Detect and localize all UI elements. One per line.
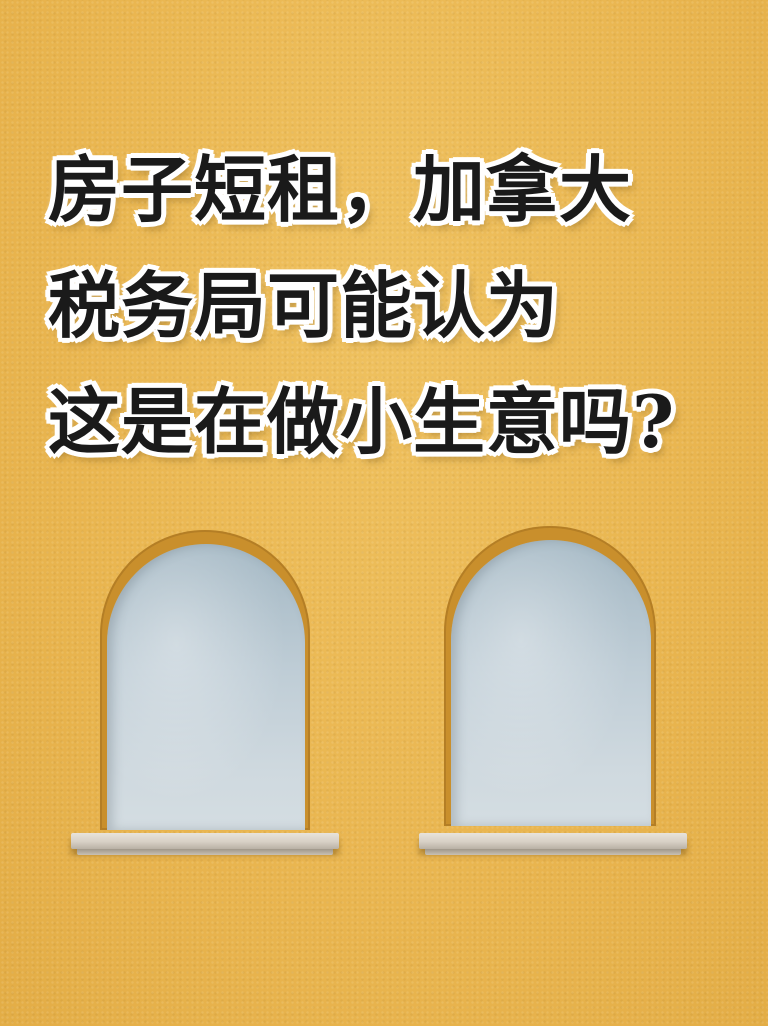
arched-window-left [100,530,310,830]
poster: 房子短租，加拿大 税务局可能认为 这是在做小生意吗? [0,0,768,1026]
window-sill-right [419,833,687,855]
headline-line-3: 这是在做小生意吗? [48,379,676,464]
window-glass-left [107,544,305,830]
headline: 房子短租，加拿大 税务局可能认为 这是在做小生意吗? [48,132,748,480]
arched-window-right [444,526,656,826]
window-glass-right [451,540,651,826]
window-sill-left [71,833,339,855]
headline-line-1: 房子短租，加拿大 [48,147,633,232]
headline-line-2: 税务局可能认为 [48,263,560,348]
